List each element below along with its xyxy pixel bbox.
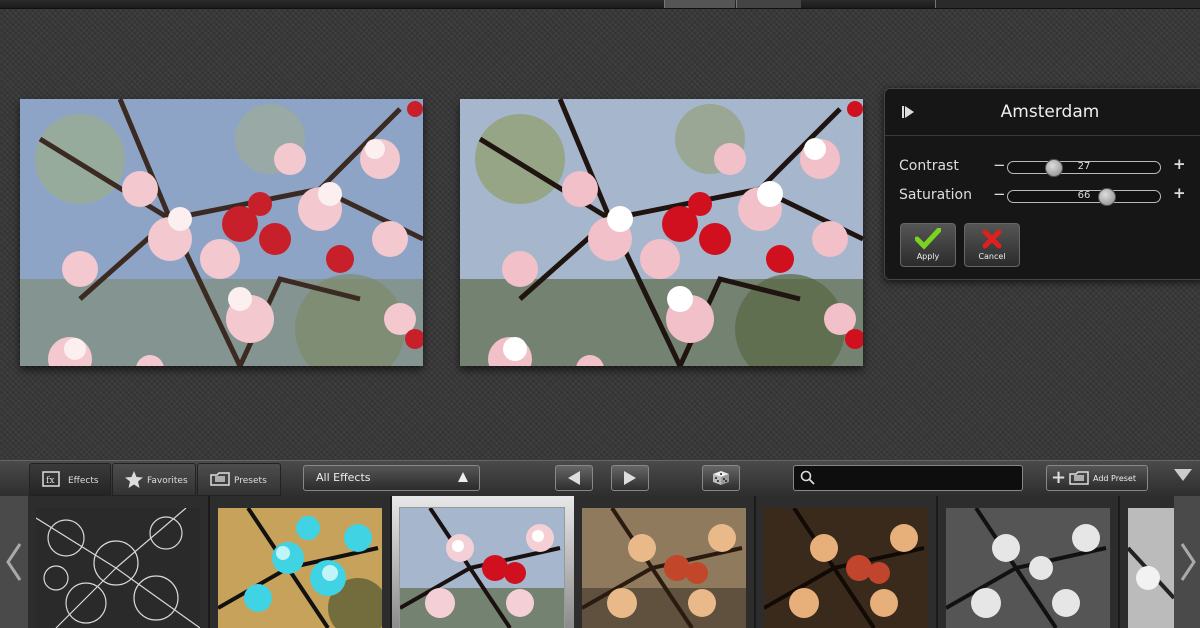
saturation-decrease-button[interactable]: − xyxy=(993,185,1006,203)
plus-icon: + xyxy=(1051,467,1067,488)
effect-thumbnail-image xyxy=(1128,508,1174,628)
effect-thumbnail-image xyxy=(764,508,928,628)
contrast-slider-handle[interactable] xyxy=(1044,159,1063,177)
effect-title: Amsterdam xyxy=(1000,102,1100,122)
original-photo[interactable] xyxy=(20,99,423,366)
effect-thumbnail-selected[interactable] xyxy=(400,508,564,628)
contrast-increase-button[interactable]: + xyxy=(1173,155,1186,173)
effect-thumbnail[interactable] xyxy=(36,508,200,628)
cancel-button[interactable]: Cancel xyxy=(964,223,1020,267)
effect-thumbnail-image xyxy=(946,508,1110,628)
tab-favorites[interactable]: Favorites xyxy=(112,463,196,496)
apply-label: Apply xyxy=(916,252,940,261)
svg-text:fx: fx xyxy=(46,476,54,486)
thumbnail-separator xyxy=(754,496,756,628)
effects-filter-dropdown[interactable]: All Effects xyxy=(303,465,480,491)
tab-effects-label: Effects xyxy=(68,476,99,486)
triangle-left-icon xyxy=(568,471,580,485)
effects-filter-value: All Effects xyxy=(316,471,371,484)
effect-thumbnail-image xyxy=(582,508,746,628)
effect-thumbnail[interactable] xyxy=(218,508,382,628)
triangle-up-icon xyxy=(458,472,468,482)
saturation-increase-button[interactable]: + xyxy=(1173,184,1186,202)
saturation-slider[interactable]: 66 xyxy=(1007,188,1161,206)
chevron-right-icon xyxy=(1180,543,1196,581)
triangle-right-icon xyxy=(624,471,636,485)
toolbar-field[interactable] xyxy=(935,0,1200,8)
contrast-label: Contrast xyxy=(899,158,959,174)
folder-icon xyxy=(1069,471,1089,485)
effect-thumbnail-image xyxy=(36,508,200,628)
contrast-slider-row: Contrast − 27 + xyxy=(899,155,1189,177)
effect-thumbnail[interactable] xyxy=(946,508,1110,628)
saturation-label: Saturation xyxy=(899,187,972,203)
thumbnail-separator xyxy=(208,496,210,628)
cancel-label: Cancel xyxy=(978,252,1006,261)
top-toolbar xyxy=(0,0,1200,9)
preview-photo[interactable] xyxy=(460,99,863,366)
original-photo-image xyxy=(20,99,423,366)
effect-thumbnail[interactable] xyxy=(1128,508,1174,628)
add-preset-button[interactable]: + Add Preset xyxy=(1046,465,1148,491)
effects-icon: fx xyxy=(42,471,60,487)
search-input[interactable] xyxy=(820,469,1014,487)
presets-folder-icon xyxy=(210,472,230,486)
effect-thumbnail[interactable] xyxy=(582,508,746,628)
add-preset-label: Add Preset xyxy=(1093,474,1136,483)
saturation-value: 66 xyxy=(1077,190,1091,201)
apply-button[interactable]: Apply xyxy=(900,223,956,267)
toggle-strip-icon[interactable] xyxy=(1172,467,1194,483)
saturation-slider-row: Saturation − 66 + xyxy=(899,184,1189,206)
star-icon xyxy=(125,471,143,488)
panel-header: Amsterdam xyxy=(885,89,1200,136)
effects-filmstrip xyxy=(0,496,1200,628)
tab-presets[interactable]: Presets xyxy=(197,463,281,496)
filmstrip-scroll-right-button[interactable] xyxy=(1174,496,1200,628)
previous-effect-button[interactable] xyxy=(555,465,593,491)
checkmark-icon xyxy=(914,227,942,250)
next-effect-button[interactable] xyxy=(611,465,649,491)
thumbnail-separator xyxy=(936,496,938,628)
effect-thumbnail[interactable] xyxy=(764,508,928,628)
effect-thumbnail-image xyxy=(218,508,382,628)
x-icon xyxy=(982,229,1002,249)
thumbnail-separator xyxy=(1118,496,1120,628)
contrast-value: 27 xyxy=(1077,161,1091,172)
contrast-decrease-button[interactable]: − xyxy=(993,156,1006,174)
thumbnail-separator xyxy=(390,496,392,628)
dice-icon xyxy=(713,471,729,485)
effects-search[interactable] xyxy=(793,465,1023,491)
compare-button[interactable] xyxy=(664,0,735,8)
contrast-slider[interactable]: 27 xyxy=(1007,159,1161,177)
tab-effects[interactable]: fx Effects xyxy=(29,463,111,496)
toolbar-button[interactable] xyxy=(736,0,801,8)
tab-presets-label: Presets xyxy=(234,476,267,486)
preview-photo-image xyxy=(460,99,863,366)
effect-thumbnail-image xyxy=(400,508,564,628)
saturation-slider-handle[interactable] xyxy=(1097,188,1116,206)
tab-favorites-label: Favorites xyxy=(147,476,188,486)
search-icon xyxy=(800,470,815,485)
random-effect-button[interactable] xyxy=(702,465,740,491)
filmstrip-scroll-left-button[interactable] xyxy=(0,496,28,628)
chevron-left-icon xyxy=(6,543,22,581)
effect-settings-panel: Amsterdam Contrast − 27 + Saturation − 6… xyxy=(884,88,1200,280)
